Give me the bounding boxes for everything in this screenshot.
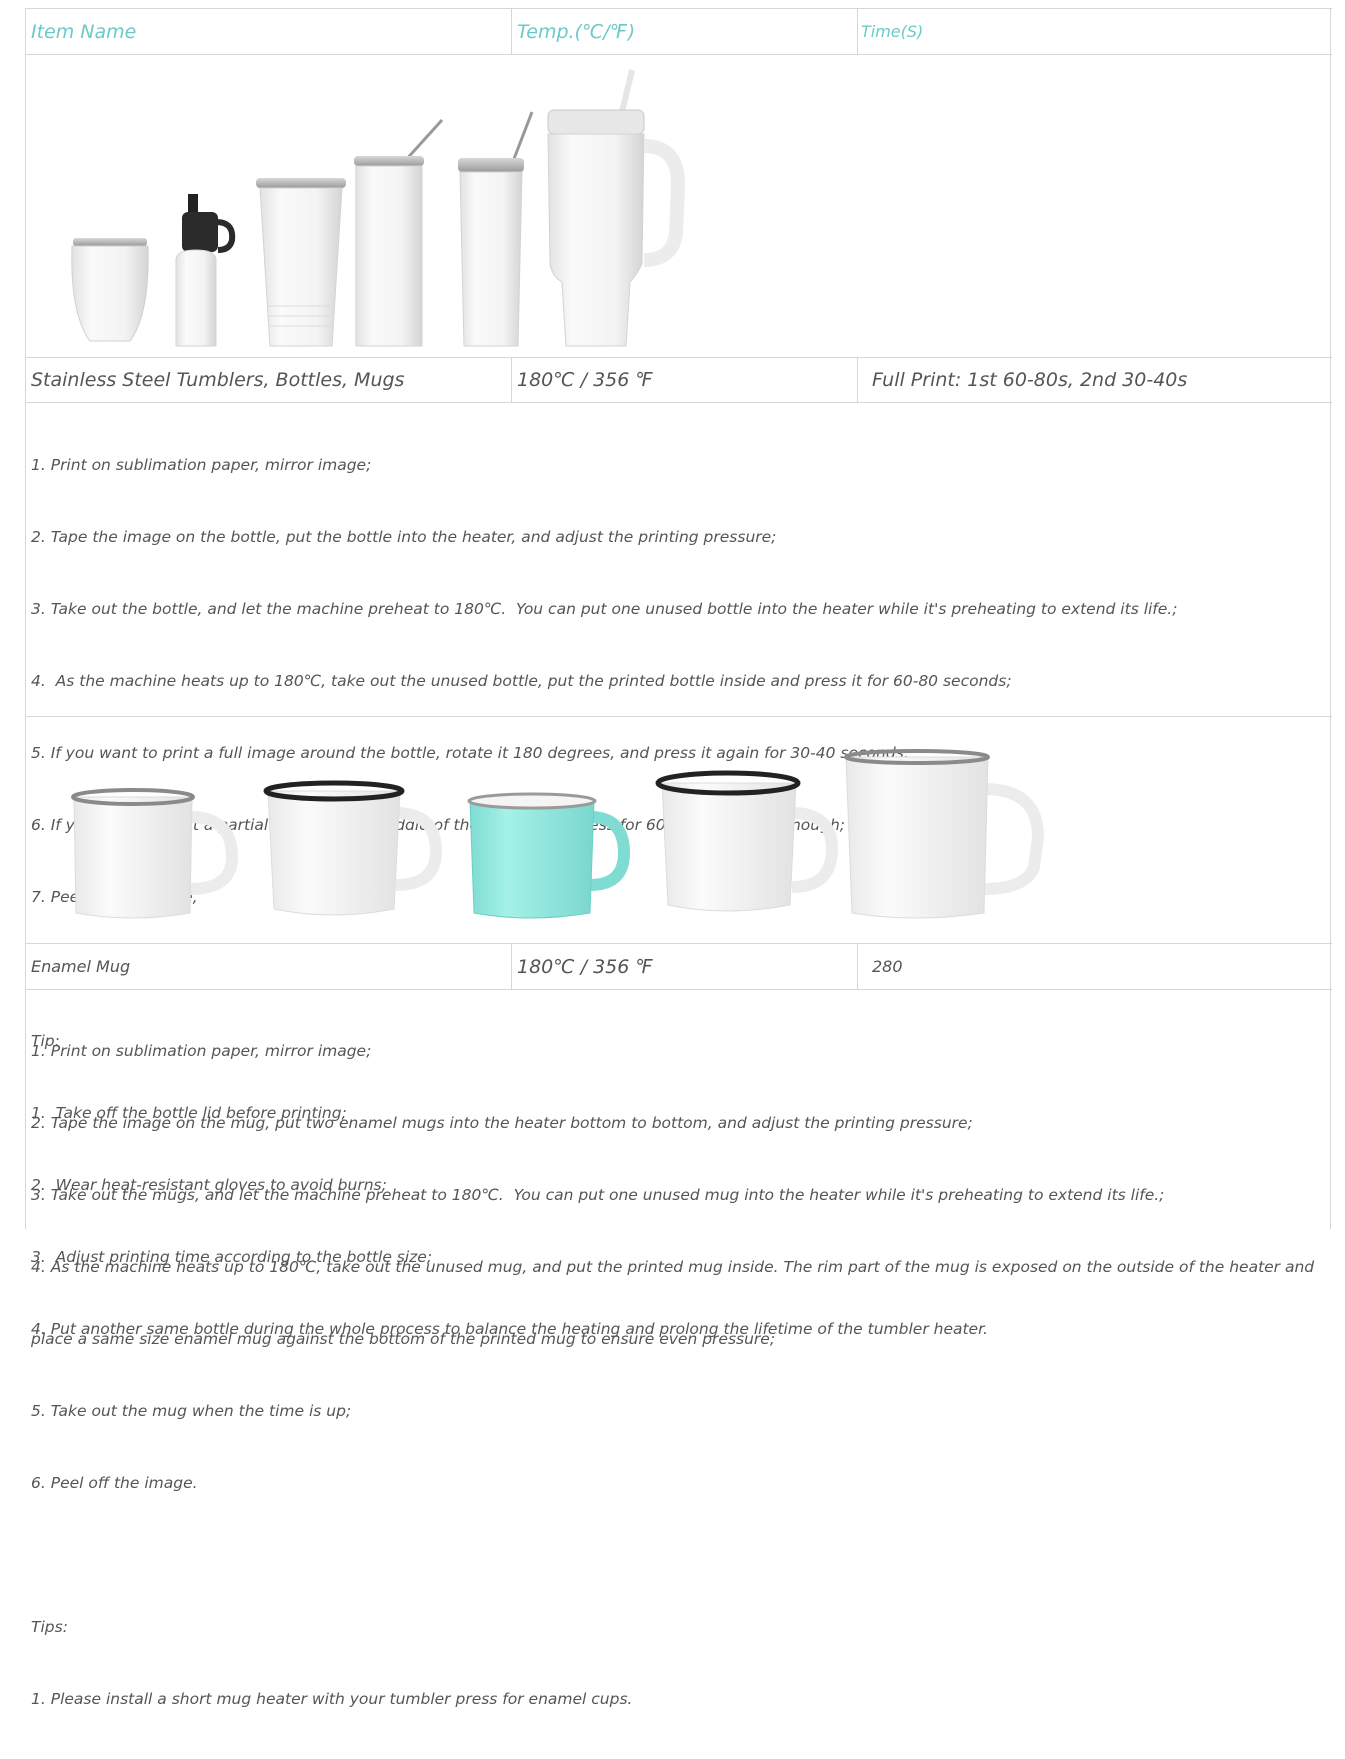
tall-tumbler (256, 178, 346, 347)
step-line: 4. As the machine heats up to 180℃, take… (31, 672, 1012, 690)
product-name: Stainless Steel Tumblers, Bottles, Mugs (31, 369, 405, 391)
step-line: 2. Tape the image on the mug, put two en… (31, 1114, 973, 1132)
step-line: 2. Tape the image on the bottle, put the… (31, 528, 777, 546)
enamel-image-row (25, 717, 1331, 944)
step-line: 4. As the machine heats up to 180℃, take… (31, 1258, 1315, 1276)
step-line: 1. Please install a short mug heater wit… (31, 1690, 633, 1708)
product-name: Enamel Mug (31, 957, 131, 976)
header-item-name: Item Name (31, 20, 137, 43)
product-time: Full Print: 1st 60-80s, 2nd 30-40s (872, 369, 1188, 391)
product-temp: 180℃ / 356 ℉ (517, 369, 654, 391)
wine-tumbler (71, 238, 149, 342)
enamel-mug-black-rim-large (655, 770, 839, 912)
instructions-cell: 1. Print on sublimation paper, mirror im… (25, 402, 1332, 1338)
product-temp: 180℃ / 356 ℉ (517, 955, 654, 978)
enamel-mug-black-rim (263, 780, 443, 916)
tumblers-bottles-mugs-photo (71, 69, 686, 347)
instructions-text: 1. Print on sublimation paper, mirror im… (31, 991, 1314, 1759)
enamel-mug-tall (844, 749, 1045, 919)
step-line: 3. Take out the bottle, and let the mach… (31, 600, 1178, 618)
step-line: 1. Print on sublimation paper, mirror im… (31, 1042, 372, 1060)
product-time: 280 (872, 957, 903, 976)
handle-tumbler (547, 69, 686, 347)
water-bottle (175, 194, 236, 347)
tumbler-image-row (25, 54, 1331, 357)
enamel-mugs-photo (71, 749, 1045, 919)
product-row: Stainless Steel Tumblers, Bottles, Mugs … (25, 357, 1332, 403)
slim-tumbler (458, 111, 534, 347)
enamel-mug-turquoise (467, 792, 631, 919)
step-line: 5. Take out the mug when the time is up; (31, 1402, 352, 1420)
header-temp: Temp.(℃/℉) (517, 20, 636, 43)
step-line: Tips: (31, 1618, 68, 1636)
step-line (31, 1543, 1314, 1567)
skinny-tumbler (354, 118, 444, 347)
instructions-cell: 1. Print on sublimation paper, mirror im… (25, 989, 1331, 1708)
step-line: 3. Take out the mugs, and let the machin… (31, 1186, 1165, 1204)
header-time: Time(S) (861, 22, 924, 41)
table-header-row: Item Name Temp.(℃/℉) Time(S) (25, 8, 1332, 55)
step-line: 1. Print on sublimation paper, mirror im… (31, 456, 372, 474)
product-row: Enamel Mug 180℃ / 356 ℉ 280 (25, 943, 1332, 990)
enamel-mug-silver-rim (71, 788, 239, 919)
step-line: place a same size enamel mug against the… (31, 1330, 776, 1348)
step-line: 6. Peel off the image. (31, 1474, 198, 1492)
